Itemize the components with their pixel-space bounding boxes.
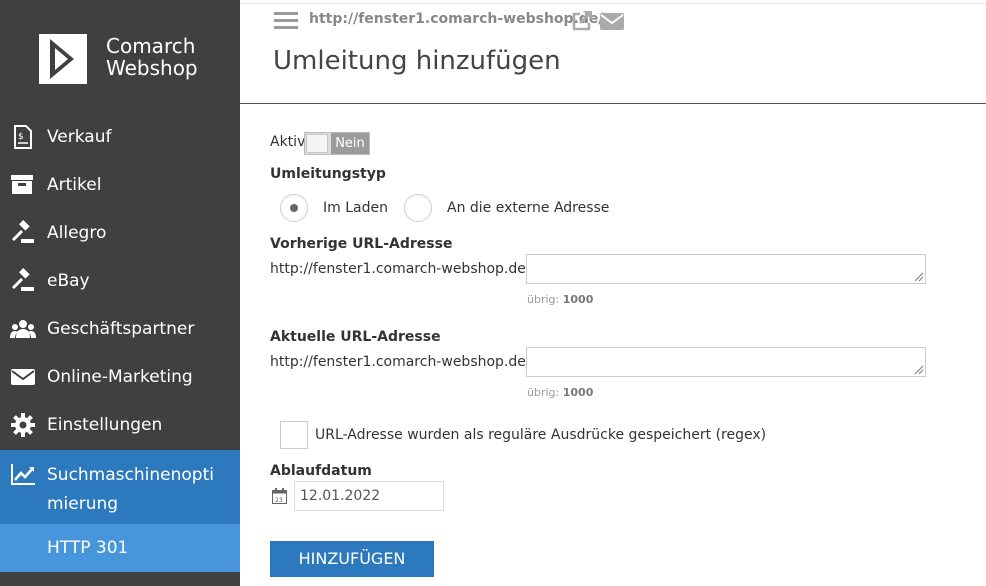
sidebar-item-verkauf[interactable]: $ Verkauf [0, 113, 240, 161]
receipt-icon: $ [14, 125, 32, 149]
gavel-icon [11, 268, 34, 291]
gear-icon [11, 413, 35, 437]
previous-url-remaining: übrig: 1000 [527, 293, 594, 306]
aktiv-toggle[interactable]: Nein [304, 132, 370, 155]
current-url-remaining: übrig: 1000 [527, 386, 594, 399]
svg-text:$: $ [18, 132, 24, 142]
radio-im-laden-label: Im Laden [323, 200, 388, 216]
sidebar-item-label: Einstellungen [47, 415, 163, 435]
page-title: Umleitung hinzufügen [273, 46, 561, 76]
previous-url-prefix: http://fenster1.comarch-webshop.de/ [270, 261, 531, 277]
toggle-knob [306, 134, 328, 153]
sidebar-item-ebay[interactable]: eBay [0, 257, 240, 305]
shop-url-link[interactable]: http://fenster1.comarch-webshop.de/ [309, 11, 604, 27]
resize-grip-icon[interactable] [914, 365, 924, 375]
radio-externe-adresse[interactable] [404, 194, 432, 222]
logo-mark-icon [39, 34, 87, 84]
current-url-input[interactable] [526, 347, 926, 377]
archive-box-icon [11, 175, 33, 194]
sidebar-item-label: Suchmaschinenoptimierung [47, 465, 214, 514]
current-url-prefix: http://fenster1.comarch-webshop.de/ [270, 354, 531, 370]
add-button[interactable]: HINZUFÜGEN [270, 541, 434, 577]
previous-url-input[interactable] [526, 254, 926, 284]
sidebar-subitem-http-301[interactable]: HTTP 301 [0, 524, 240, 572]
expiry-date-label: Ablaufdatum [270, 463, 372, 479]
sidebar-item-label: Online-Marketing [47, 367, 193, 387]
current-url-label: Aktuelle URL-Adresse [270, 329, 441, 345]
sidebar-item-suchmaschinenoptimierung[interactable]: Suchmaschinenoptimierung [0, 450, 240, 524]
radio-selected-dot [290, 204, 298, 212]
sidebar-item-geschaeftspartner[interactable]: Geschäftspartner [0, 305, 240, 353]
aktiv-label: Aktiv [270, 134, 306, 150]
previous-url-label: Vorherige URL-Adresse [270, 236, 453, 252]
radio-im-laden[interactable] [280, 194, 308, 222]
comarch-webshop-logo[interactable]: Comarch Webshop [38, 33, 218, 85]
calendar-icon[interactable]: 23 [272, 488, 287, 504]
hamburger-menu-icon[interactable] [274, 10, 298, 32]
sidebar-item-allegro[interactable]: Allegro [0, 209, 240, 257]
sidebar-item-label: Artikel [47, 175, 102, 195]
svg-text:23: 23 [275, 497, 283, 504]
line-chart-icon [11, 464, 35, 485]
envelope-icon [11, 369, 35, 385]
radio-externe-adresse-label: An die externe Adresse [447, 200, 610, 216]
toggle-value: Nein [331, 133, 369, 154]
sidebar-item-artikel[interactable]: Artikel [0, 161, 240, 209]
regex-checkbox-label: URL-Adresse wurden als reguläre Ausdrück… [315, 427, 767, 443]
redirect-type-label: Umleitungstyp [270, 166, 386, 182]
sidebar: Comarch Webshop $ Verkauf Artikel Allegr… [0, 0, 240, 586]
logo-text: Comarch Webshop [106, 34, 198, 80]
users-icon [10, 320, 36, 338]
regex-checkbox[interactable] [280, 421, 308, 449]
mail-icon[interactable] [600, 11, 624, 31]
sidebar-item-einstellungen[interactable]: Einstellungen [0, 401, 240, 449]
sidebar-item-label: Geschäftspartner [47, 319, 195, 339]
external-link-icon[interactable] [571, 10, 593, 32]
expiry-date-input[interactable]: 12.01.2022 [294, 481, 444, 511]
header-divider [240, 103, 986, 104]
top-divider [240, 3, 986, 4]
resize-grip-icon[interactable] [914, 272, 924, 282]
sidebar-subitem-label: HTTP 301 [47, 538, 129, 558]
sidebar-item-label: Verkauf [47, 127, 112, 147]
gavel-icon [11, 220, 34, 243]
sidebar-item-online-marketing[interactable]: Online-Marketing [0, 353, 240, 401]
sidebar-item-label: Allegro [47, 223, 107, 243]
sidebar-item-label: eBay [47, 271, 90, 291]
